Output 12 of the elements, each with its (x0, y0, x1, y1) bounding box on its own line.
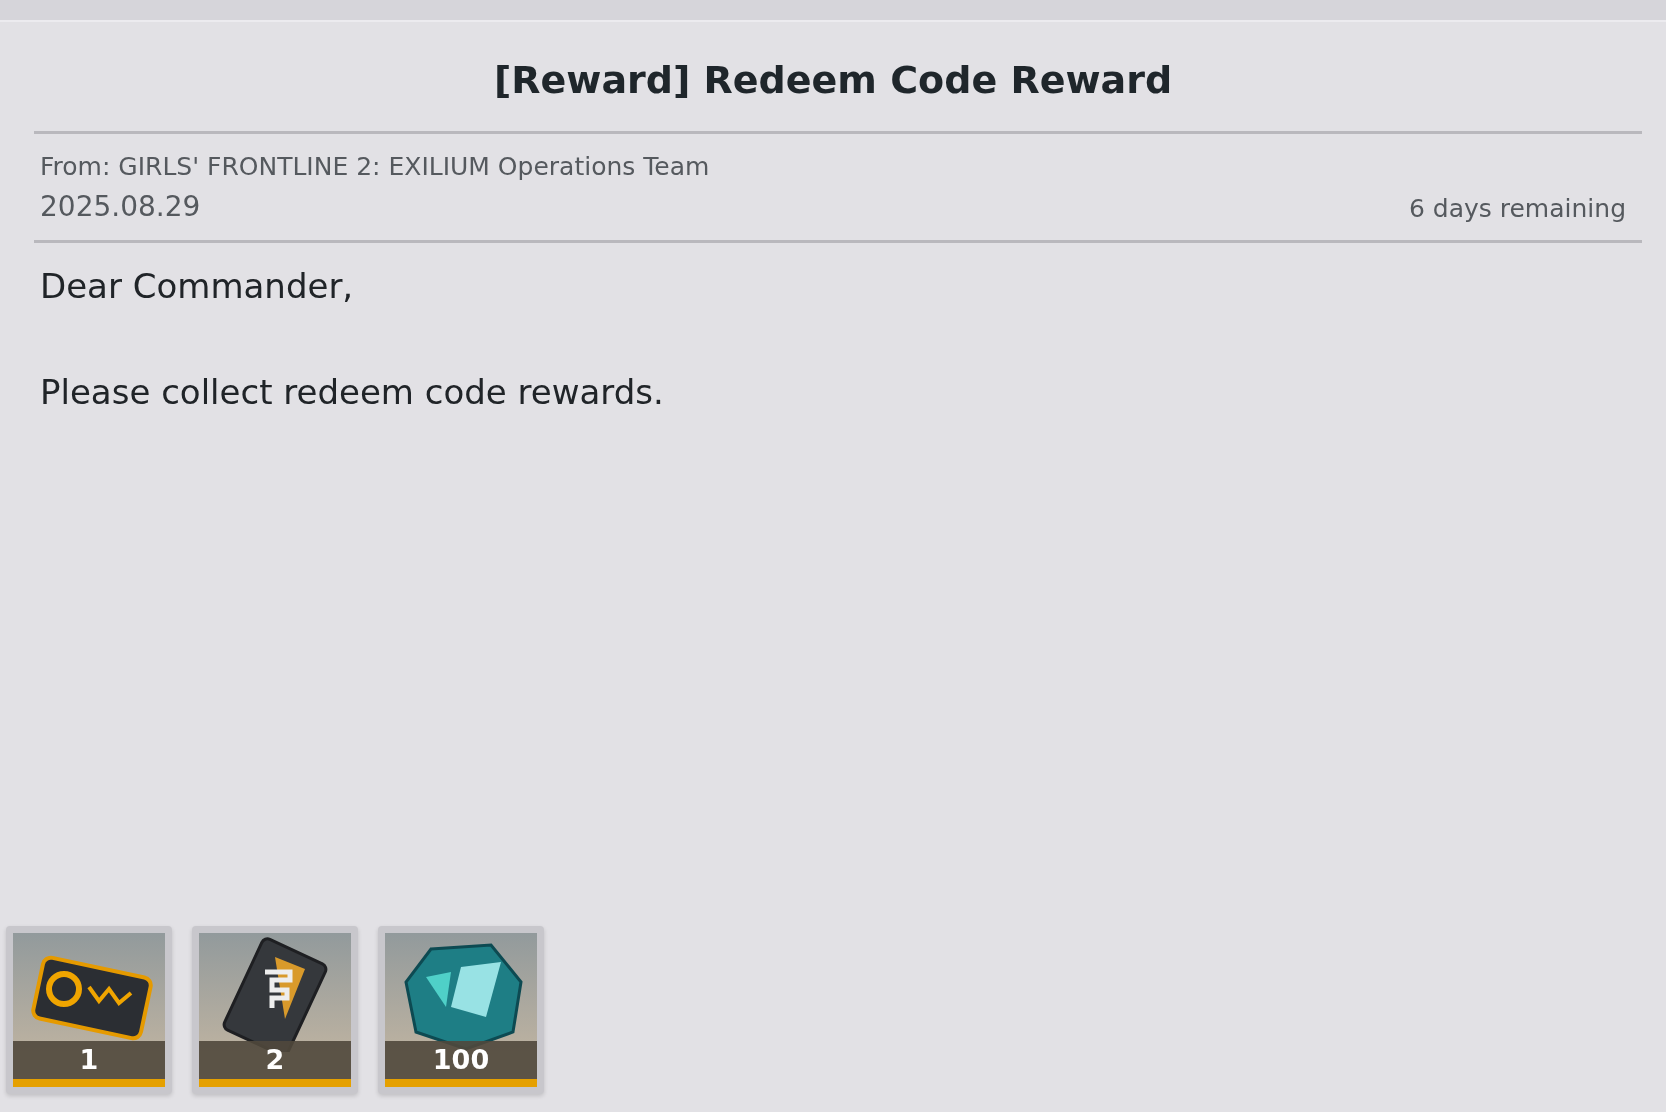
sender-text: From: GIRLS' FRONTLINE 2: EXILIUM Operations Team (40, 151, 710, 183)
reward-count: 100 (385, 1041, 537, 1079)
reward-count: 1 (13, 1041, 165, 1079)
mail-title: [Reward] Redeem Code Reward (492, 57, 1174, 104)
expiry-text: 6 days remaining (1408, 193, 1626, 225)
body-text: Dear Commander, (40, 264, 355, 308)
mail-date: 2025.08.29 (40, 188, 201, 225)
reward-count: 2 (199, 1041, 351, 1079)
body-text: Please collect redeem code rewards. (40, 370, 665, 414)
reward-item[interactable]: 2 (192, 926, 358, 1094)
reward-item[interactable]: 100 (378, 926, 544, 1094)
reward-item[interactable]: 1 (6, 926, 172, 1094)
